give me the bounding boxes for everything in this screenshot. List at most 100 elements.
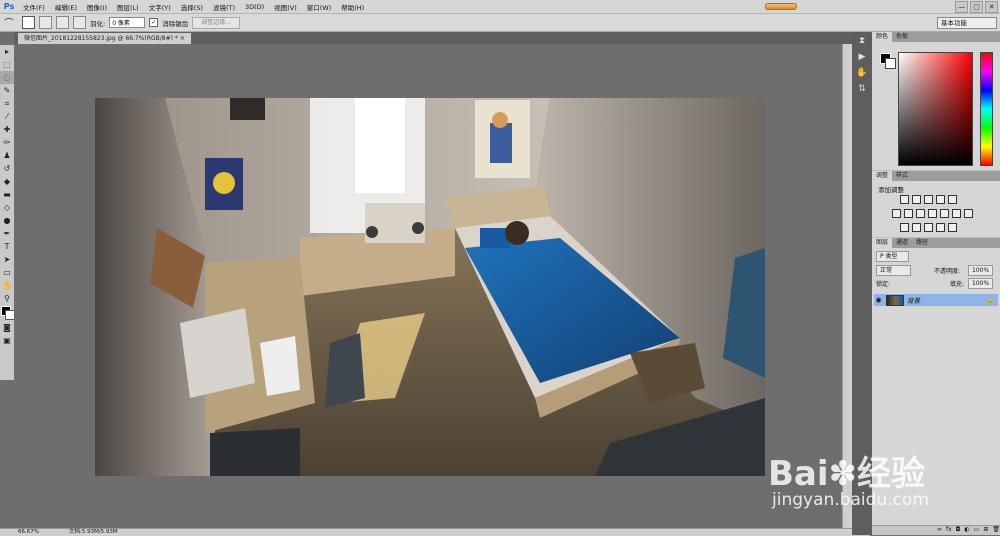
color-swatches[interactable] [0,305,15,321]
menu-3d[interactable]: 3D(D) [240,3,269,11]
pen-tool-icon[interactable]: ✒ [0,227,14,240]
watermark-cn: 经验 [857,454,926,494]
antialias-checkbox[interactable]: ✓ [149,18,159,27]
marquee-tool-icon[interactable]: ⬚ [0,58,14,71]
healing-brush-icon[interactable]: ✚ [0,123,14,136]
tab-adjustments[interactable]: 调整 [872,171,893,181]
lasso-tool-preset-icon[interactable]: ⌒ [0,16,18,29]
close-window-button[interactable]: ✕ [985,1,998,13]
intersect-selection-icon[interactable] [73,16,86,29]
menu-help[interactable]: 帮助(H) [336,2,369,12]
hand-tool-icon[interactable]: ✋ [0,279,14,292]
gradient-map-icon[interactable] [964,209,973,218]
opacity-input[interactable]: 100% [968,265,993,276]
black-white-icon[interactable] [916,209,925,218]
refine-edge-button[interactable]: 调整边缘... [192,16,240,29]
subtract-selection-icon[interactable] [56,16,69,29]
lasso-tool-icon[interactable]: ◌ [0,71,14,84]
menu-select[interactable]: 选择(S) [176,2,208,12]
tool-presets-icon[interactable]: ✋ [854,66,870,80]
clone-stamp-icon[interactable]: ♟ [0,149,14,162]
move-tool-icon[interactable]: ▸ [0,45,14,58]
tab-swatches[interactable]: 色板 [892,32,912,42]
brush-tool-icon[interactable]: ✏ [0,136,14,149]
maximize-button[interactable]: ▢ [970,1,983,13]
tab-paths[interactable]: 路径 [912,238,932,248]
baidu-watermark: Bai✽经验 jingyan.baidu.com [768,440,948,530]
add-mask-icon[interactable]: ◘ [956,526,961,535]
layer-row-background[interactable]: ◉ 背景 🔒 [874,294,998,306]
selective-color-icon[interactable] [936,223,945,232]
panel-background-swatch[interactable] [885,58,896,69]
crop-tool-icon[interactable]: ⌗ [0,97,14,110]
menu-image[interactable]: 图像(I) [82,2,112,12]
opacity-label: 不透明度: [934,268,961,275]
type-tool-icon[interactable]: T [0,240,14,253]
shape-tool-icon[interactable]: ▭ [0,266,14,279]
menu-edit[interactable]: 编辑(E) [50,2,82,12]
eraser-tool-icon[interactable]: ◆ [0,175,14,188]
options-bar: ⌒ 羽化: 0 像素 ✓ 消除锯齿 调整边缘... 基本功能 [0,14,1000,32]
close-tab-icon[interactable]: × [180,35,185,42]
shadows-icon[interactable] [948,223,957,232]
photo-filter-icon[interactable] [928,209,937,218]
actions-panel-icon[interactable]: ▶ [854,50,870,64]
brightness-icon[interactable] [900,195,909,204]
vibrance-icon[interactable] [948,195,957,204]
new-layer-icon[interactable]: ⊞ [983,526,988,535]
document-tab[interactable]: 微信图片_20181228155823.jpg @ 66.7%(RGB/8#) … [18,33,191,44]
exposure-icon[interactable] [936,195,945,204]
channel-mixer-icon[interactable] [940,209,949,218]
color-panel-tabs: 颜色 色板 [872,32,1000,42]
menu-view[interactable]: 视图(V) [269,2,302,12]
quick-select-tool-icon[interactable]: ✎ [0,84,14,97]
threshold-icon[interactable] [924,223,933,232]
menu-type[interactable]: 文字(Y) [144,2,176,12]
new-group-icon[interactable]: ▭ [974,526,980,535]
history-panel-icon[interactable]: ⧗ [854,34,870,48]
path-select-icon[interactable]: ➤ [0,253,14,266]
new-selection-icon[interactable] [22,16,35,29]
lock-icon: 🔒 [986,296,994,304]
layer-kind-filter[interactable]: P 类型 [876,251,909,262]
color-picker-field[interactable] [898,52,973,166]
color-balance-icon[interactable] [904,209,913,218]
eye-icon[interactable]: ◉ [874,296,883,304]
adjustments-panel-tabs: 调整 样式 [872,171,1000,181]
levels-icon[interactable] [912,195,921,204]
delete-layer-icon[interactable]: 🗑 [992,526,1000,535]
tab-channels[interactable]: 通道 [892,238,912,248]
blur-tool-icon[interactable]: ◇ [0,201,14,214]
add-selection-icon[interactable] [39,16,52,29]
invert-icon[interactable] [900,223,909,232]
history-brush-icon[interactable]: ↺ [0,162,14,175]
color-panel: 颜色 色板 [872,32,1000,170]
screen-mode-icon[interactable]: ▣ [0,334,14,347]
dodge-tool-icon[interactable]: ● [0,214,14,227]
color-lookup-icon[interactable] [952,209,961,218]
minimize-button[interactable]: — [955,1,968,13]
tab-layers[interactable]: 图层 [872,238,893,248]
progress-indicator [765,3,797,10]
eyedropper-tool-icon[interactable]: ⁄ [0,110,14,123]
blend-mode-select[interactable]: 正常 [876,265,911,276]
new-fill-layer-icon[interactable]: ◐ [964,526,969,535]
menu-filter[interactable]: 滤镜(T) [208,2,240,12]
gradient-tool-icon[interactable]: ▬ [0,188,14,201]
adjustment-row-2 [892,209,973,218]
curves-icon[interactable] [924,195,933,204]
posterize-icon[interactable] [912,223,921,232]
menu-window[interactable]: 窗口(W) [302,2,337,12]
hue-slider[interactable] [980,52,993,166]
feather-input[interactable]: 0 像素 [109,17,146,28]
quick-mask-icon[interactable]: ◙ [0,321,14,334]
menu-layer[interactable]: 图层(L) [112,2,144,12]
tab-styles[interactable]: 样式 [892,171,912,181]
brush-panel-icon[interactable]: ⇅ [854,82,870,96]
tab-color[interactable]: 颜色 [872,32,893,42]
menu-file[interactable]: 文件(F) [18,2,50,12]
hue-saturation-icon[interactable] [892,209,901,218]
fill-input[interactable]: 100% [968,278,993,289]
zoom-tool-icon[interactable]: ⚲ [0,292,14,305]
workspace-select[interactable]: 基本功能 [937,17,997,29]
